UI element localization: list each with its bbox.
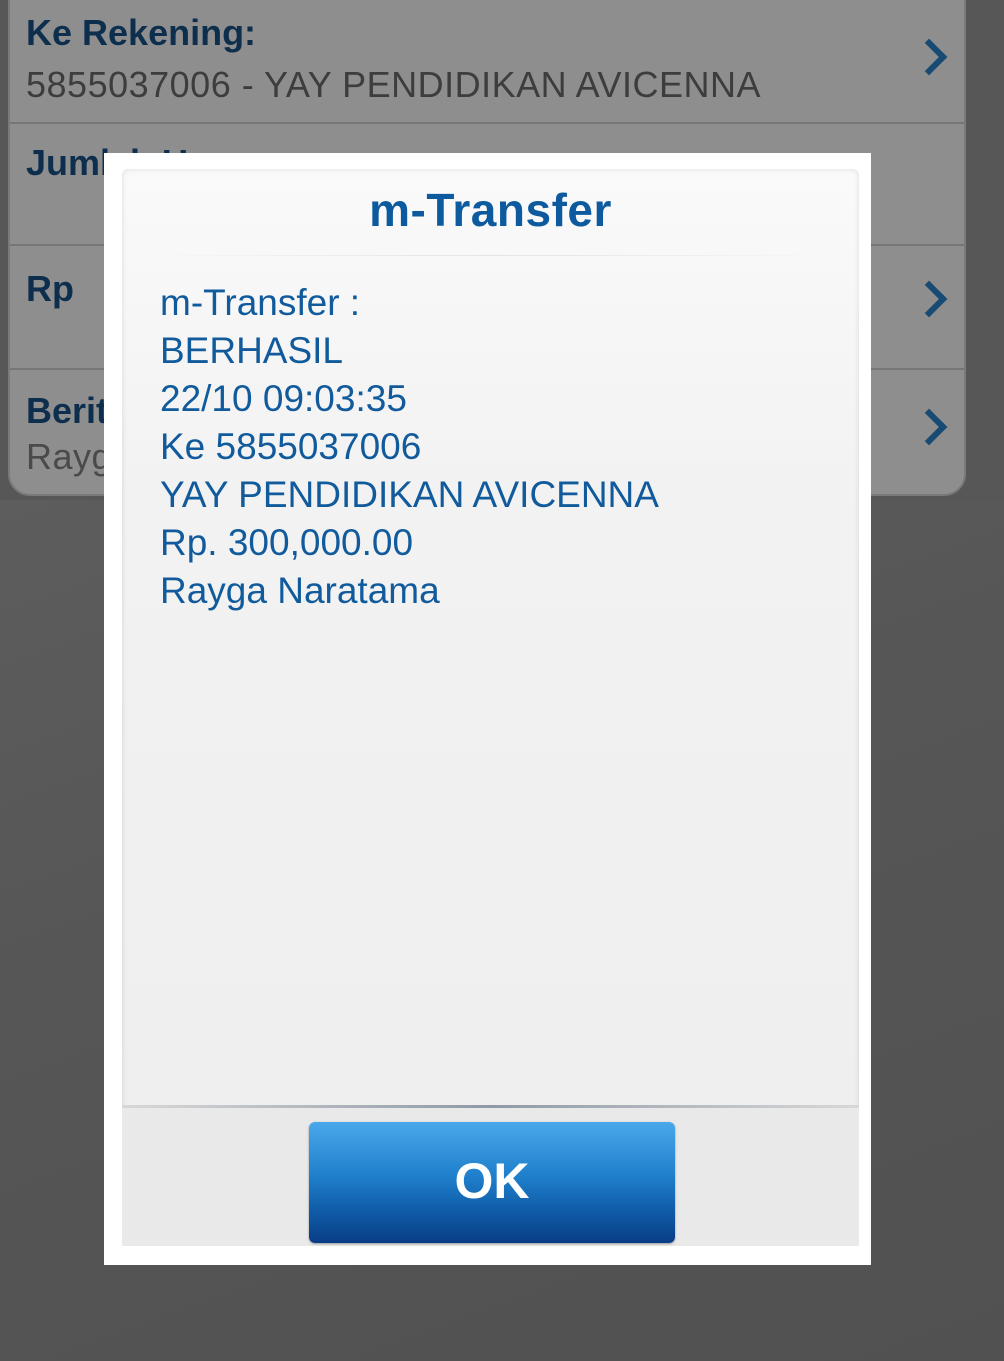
destination-value: 5855037006 - YAY PENDIDIKAN AVICENNA: [26, 64, 762, 105]
message-line: m-Transfer :: [160, 282, 361, 323]
destination-label: Ke Rekening:: [26, 12, 257, 53]
currency-label: Rp: [26, 268, 74, 309]
footer-divider: [122, 1105, 859, 1108]
message-line: Rp. 300,000.00: [160, 522, 414, 563]
dialog-title: m-Transfer: [369, 184, 612, 236]
dialog-message: m-Transfer : BERHASIL 22/10 09:03:35 Ke …: [160, 279, 659, 615]
message-line: BERHASIL: [160, 330, 344, 371]
message-line: Ke 5855037006: [160, 426, 422, 467]
result-dialog: m-Transfer m-Transfer : BERHASIL 22/10 0…: [104, 153, 871, 1265]
ok-button[interactable]: OK: [309, 1122, 675, 1243]
dialog-body: m-Transfer m-Transfer : BERHASIL 22/10 0…: [122, 169, 859, 1246]
note-label: Berit: [26, 390, 109, 431]
message-line: 22/10 09:03:35: [160, 378, 407, 419]
title-divider: [142, 255, 839, 256]
message-line: Rayga Naratama: [160, 570, 440, 611]
chevron-right-icon: [910, 38, 948, 76]
note-value: Rayg: [26, 436, 113, 477]
chevron-right-icon: [910, 408, 948, 446]
chevron-right-icon: [910, 280, 948, 318]
message-line: YAY PENDIDIKAN AVICENNA: [160, 474, 659, 515]
form-row-destination[interactable]: Ke Rekening: 5855037006 - YAY PENDIDIKAN…: [10, 0, 964, 124]
